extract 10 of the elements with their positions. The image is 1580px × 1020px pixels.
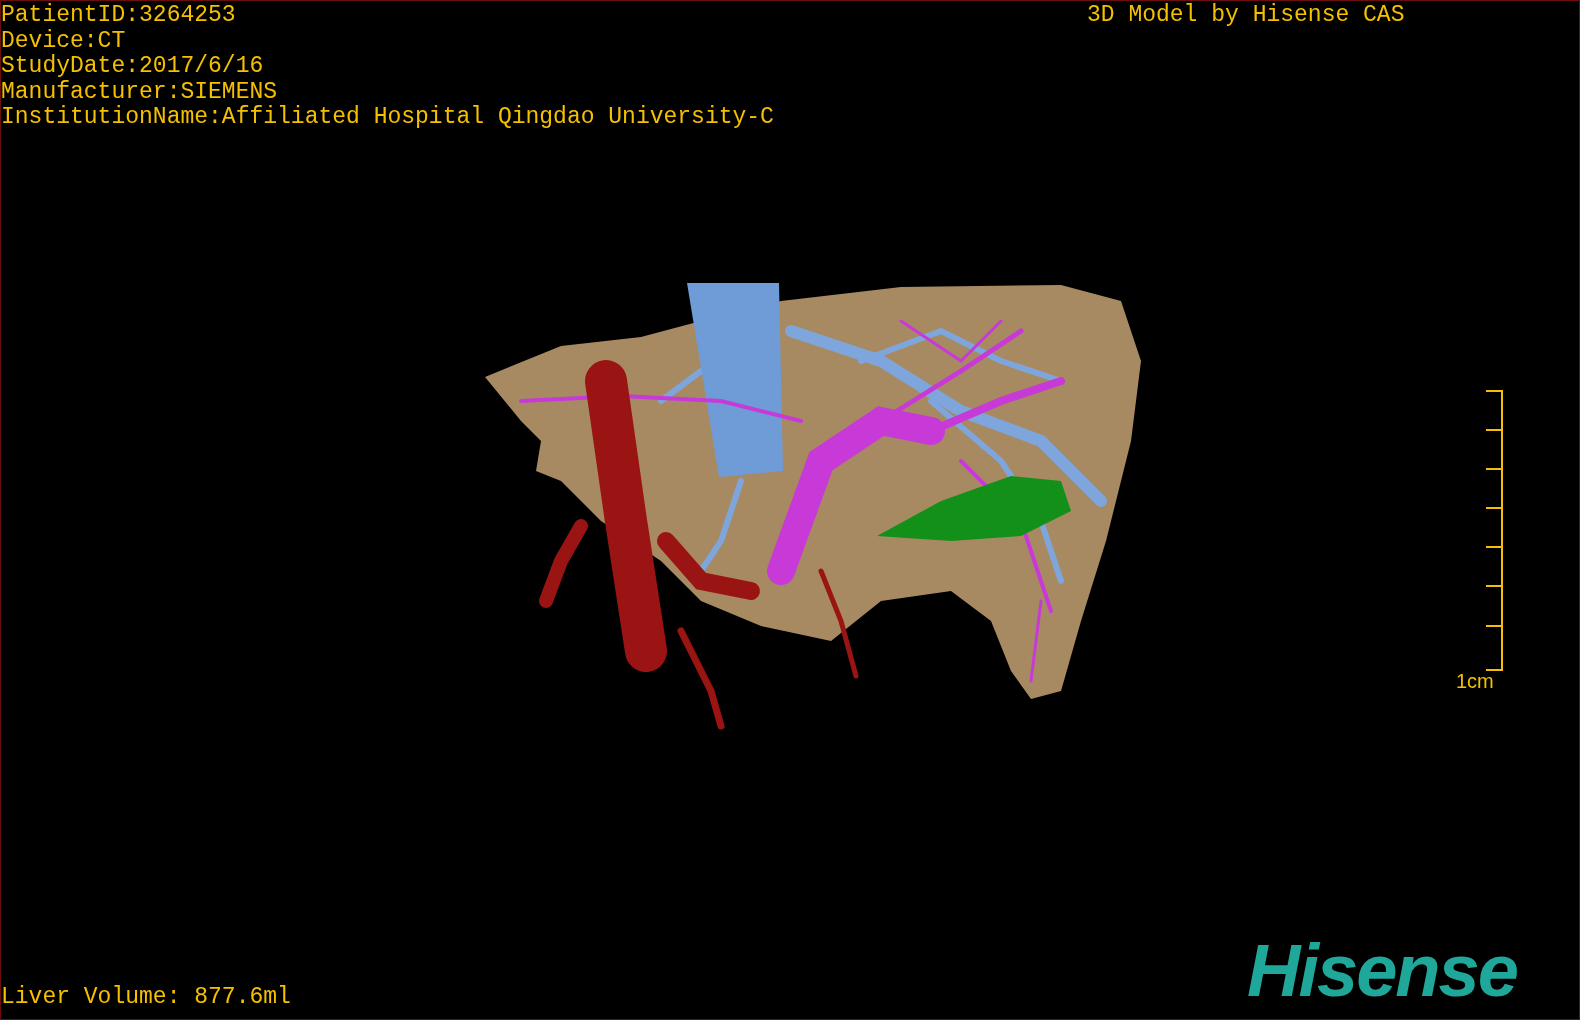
- patient-info-text: InstitutionName:Affiliated Hospital Qingdao University-C: [1, 105, 774, 131]
- brand-logo: Hisense: [1247, 933, 1517, 1009]
- liver-volume-text: Liver Volume: 877.6ml: [1, 985, 291, 1011]
- scale-bar-icon: [1484, 390, 1504, 671]
- patient-info-text: PatientID:3264253: [1, 3, 236, 29]
- patient-info-text: Manufacturer:SIEMENS: [1, 79, 278, 105]
- scale-label: 1cm: [1456, 670, 1494, 692]
- model-credit-text: 3D Model by Hisense CAS: [1087, 3, 1405, 29]
- patient-info-text: StudyDate:2017/6/16: [1, 54, 264, 80]
- patient-info-text: Device:CT: [1, 28, 126, 54]
